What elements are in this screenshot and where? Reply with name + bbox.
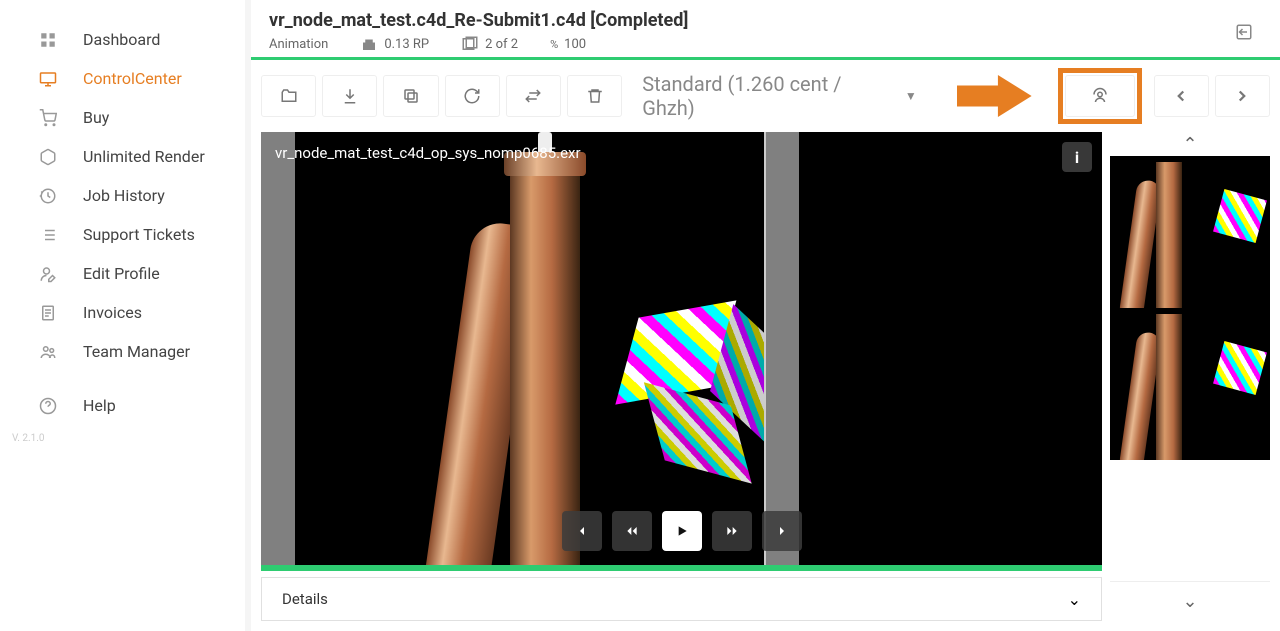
box-icon xyxy=(38,147,58,167)
nav-invoices[interactable]: Invoices xyxy=(0,293,245,332)
team-icon xyxy=(38,342,58,362)
nav-job-history[interactable]: Job History xyxy=(0,176,245,215)
monitor-icon xyxy=(38,69,58,89)
job-header: vr_node_mat_test.c4d_Re-Submit1.c4d [Com… xyxy=(251,0,1280,53)
fast-forward-button[interactable] xyxy=(712,511,752,551)
chevron-down-icon: ▼ xyxy=(905,89,917,103)
preview-filename: vr_node_mat_test_c4d_op_sys_nomp0685.exr xyxy=(275,144,581,162)
highlight-annotation xyxy=(1058,68,1142,124)
user-edit-icon xyxy=(38,264,58,284)
nav-label: Support Tickets xyxy=(83,225,195,244)
nav-edit-profile[interactable]: Edit Profile xyxy=(0,254,245,293)
list-icon xyxy=(38,225,58,245)
job-frames: 2 of 2 xyxy=(461,35,518,53)
nav-label: Invoices xyxy=(83,303,142,322)
cost-tier-dropdown[interactable]: Standard (1.260 cent / Ghzh) ▼ xyxy=(628,75,931,117)
arrow-annotation xyxy=(957,75,1032,117)
thumbnail[interactable]: vr_node_mat_test_c4d_op_... xyxy=(1110,156,1270,308)
dashboard-icon xyxy=(38,30,58,50)
nav-label: Help xyxy=(83,396,116,415)
history-icon xyxy=(38,186,58,206)
next-job-button[interactable] xyxy=(1215,75,1270,117)
thumbnail[interactable]: vr_node_mat_test_vr_op_... xyxy=(1110,308,1270,460)
next-frame-button[interactable] xyxy=(762,511,802,551)
refresh-button[interactable] xyxy=(445,75,500,117)
play-button[interactable] xyxy=(662,511,702,551)
details-toggle[interactable]: Details ⌄ xyxy=(261,577,1102,621)
help-icon xyxy=(38,396,58,416)
rewind-button[interactable] xyxy=(612,511,652,551)
job-percent: %100 xyxy=(550,37,586,52)
nav-label: Dashboard xyxy=(83,30,160,49)
nav-label: Job History xyxy=(83,186,165,205)
thumbs-collapse-up[interactable]: ⌃ xyxy=(1110,132,1270,156)
info-button[interactable]: i xyxy=(1062,142,1092,172)
support-agent-button[interactable] xyxy=(1065,75,1135,117)
prev-job-button[interactable] xyxy=(1154,75,1209,117)
nav-unlimited-render[interactable]: Unlimited Render xyxy=(0,137,245,176)
logout-button[interactable] xyxy=(1230,18,1258,46)
transfer-button[interactable] xyxy=(506,75,561,117)
frame-progress-bar xyxy=(261,565,1102,571)
nav-dashboard[interactable]: Dashboard xyxy=(0,20,245,59)
prev-frame-button[interactable] xyxy=(562,511,602,551)
document-icon xyxy=(38,303,58,323)
job-type: Animation xyxy=(269,37,328,52)
nav-label: Buy xyxy=(83,108,109,127)
nav-label: Edit Profile xyxy=(83,264,160,283)
nav-label: Unlimited Render xyxy=(83,147,205,166)
nav-controlcenter[interactable]: ControlCenter xyxy=(0,59,245,98)
nav-help[interactable]: Help xyxy=(0,386,245,425)
open-folder-button[interactable] xyxy=(261,75,316,117)
cart-icon xyxy=(38,108,58,128)
thumbs-collapse-down[interactable]: ⌄ xyxy=(1110,581,1270,621)
job-title: vr_node_mat_test.c4d_Re-Submit1.c4d [Com… xyxy=(269,10,1262,31)
version-text: V. 2.1.0 xyxy=(0,425,245,452)
download-button[interactable] xyxy=(322,75,377,117)
nav-team-manager[interactable]: Team Manager xyxy=(0,332,245,371)
nav-support-tickets[interactable]: Support Tickets xyxy=(0,215,245,254)
preview-viewport: vr_node_mat_test_c4d_op_sys_nomp0685.exr… xyxy=(261,132,1102,565)
delete-button[interactable] xyxy=(567,75,622,117)
nav-label: Team Manager xyxy=(83,342,190,361)
nav-label: ControlCenter xyxy=(83,69,182,88)
chevron-down-icon: ⌄ xyxy=(1068,590,1081,609)
nav-buy[interactable]: Buy xyxy=(0,98,245,137)
copy-button[interactable] xyxy=(383,75,438,117)
job-cost: 0.13 RP xyxy=(360,35,429,53)
